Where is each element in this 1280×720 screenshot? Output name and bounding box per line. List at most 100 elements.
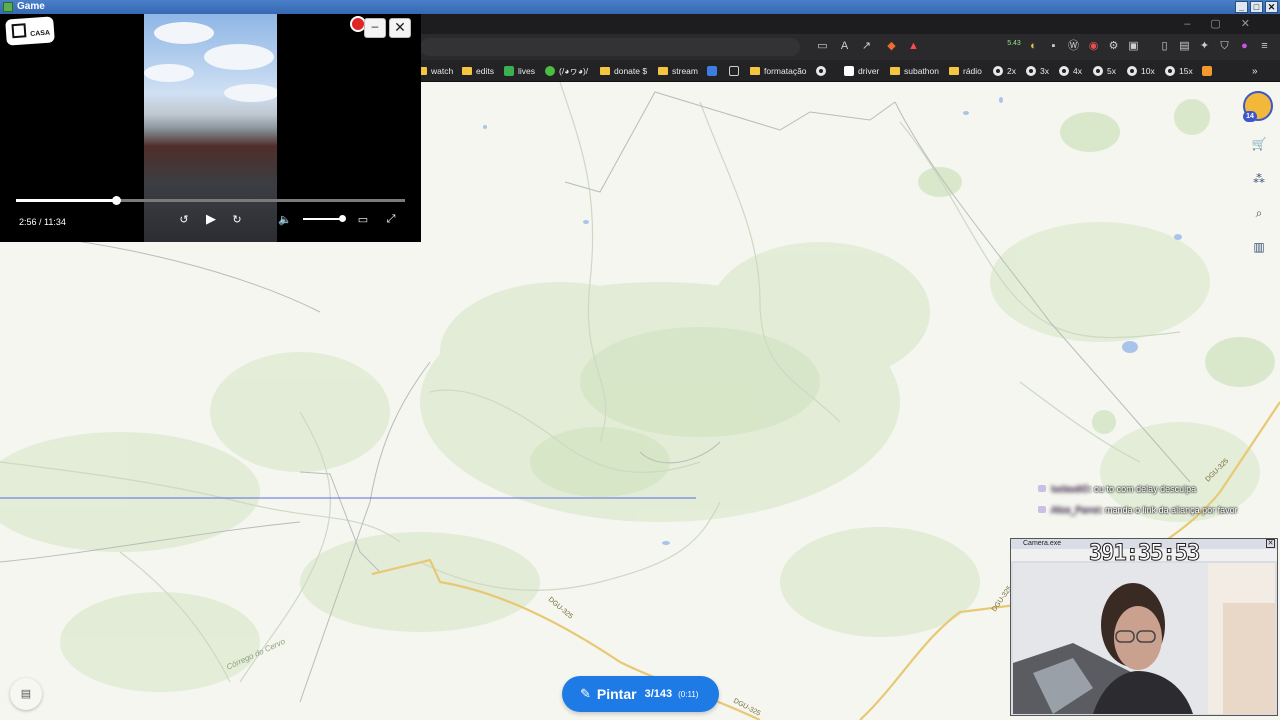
extension-badge[interactable]: 5.43 <box>1006 40 1022 57</box>
menu-icon[interactable]: ≡ <box>1258 40 1271 53</box>
wallet-icon[interactable]: ▤ <box>1178 40 1191 53</box>
play-icon[interactable]: ▶ <box>204 211 218 227</box>
fullscreen-icon[interactable]: ⤢ <box>384 213 398 226</box>
bookmark-subathon[interactable]: subathon <box>890 64 939 78</box>
bookmark-4x[interactable]: 4x <box>1059 64 1082 78</box>
webcam-close-button[interactable]: ✕ <box>1266 539 1275 548</box>
channel-logo: CASA <box>5 16 55 46</box>
rewind-icon[interactable]: ↺ <box>177 213 191 226</box>
video-minimize-button[interactable]: – <box>364 18 386 38</box>
app-icon <box>3 2 13 12</box>
alliance-icon[interactable]: ⁂ <box>1250 170 1268 188</box>
extension-icon[interactable]: ▪ <box>1047 40 1060 53</box>
captions-icon[interactable]: ▭ <box>356 213 370 226</box>
folder-icon <box>890 67 900 75</box>
speed-icon <box>1093 66 1103 76</box>
forward-icon[interactable]: ↻ <box>230 213 244 226</box>
maximize-button[interactable]: □ <box>1250 1 1263 13</box>
bookmark-label: subathon <box>904 66 939 76</box>
cast-icon[interactable]: ▭ <box>816 40 829 53</box>
speed-icon <box>1026 66 1036 76</box>
profile-icon[interactable]: ● <box>1238 40 1251 53</box>
bookmark-formatacao[interactable]: formatação <box>750 64 807 78</box>
video-player[interactable]: CASA – ✕ 2:56 / 11:34 ↺ ▶ ↻ 🔈 ▭ ⤢ <box>0 14 421 242</box>
fast-forward-icon <box>1202 66 1212 76</box>
more-bookmarks-icon[interactable]: » <box>1252 64 1258 78</box>
bookmark-label: (/◕ヮ◕)/ <box>559 66 589 76</box>
bookmark-donate[interactable]: donate $ <box>600 64 647 78</box>
extension-icon[interactable]: ◉ <box>1087 40 1100 53</box>
window-titlebar: Game _ □ ✕ <box>0 0 1280 14</box>
bookmark-label: 15x <box>1179 66 1193 76</box>
window-title: Game <box>17 1 45 12</box>
bookmark-stream[interactable]: stream <box>658 64 698 78</box>
paint-button[interactable]: ✎ Pintar 3/143 (0:11) <box>562 676 719 712</box>
minimize-button[interactable]: _ <box>1235 1 1248 13</box>
volume-slider[interactable] <box>303 215 346 222</box>
app-shortcut-icon <box>729 66 739 76</box>
browser-window-controls[interactable]: –▢✕ <box>1184 17 1270 30</box>
bookmark-watch[interactable]: watch <box>417 64 453 78</box>
brave-rewards-icon[interactable]: ▲ <box>907 40 920 53</box>
extension-icon[interactable]: ⚙ <box>1107 40 1120 53</box>
folder-icon <box>949 67 959 75</box>
share-icon[interactable]: ↗ <box>860 40 873 53</box>
webcam-window: Camera.exe ✕ 391:35:53 <box>1010 538 1278 716</box>
folder-icon <box>750 67 760 75</box>
chat-text: : manda o link da aliança por favor <box>1100 505 1238 515</box>
vpn-icon[interactable]: ⛉ <box>1218 40 1231 53</box>
brave-shield-icon[interactable]: ◆ <box>885 40 898 53</box>
volume-icon[interactable]: 🔈 <box>278 213 292 226</box>
pencil-icon: ✎ <box>580 686 591 701</box>
layers-button[interactable]: ▤ <box>10 678 42 710</box>
white-square-icon <box>844 66 854 76</box>
bookmark-2x[interactable]: 2x <box>993 64 1016 78</box>
bookmark-lives[interactable]: lives <box>504 64 535 78</box>
speed-icon <box>1165 66 1175 76</box>
bookmark-icon-only[interactable] <box>729 64 739 78</box>
close-button[interactable]: ✕ <box>1265 1 1278 13</box>
bookmark-label: lives <box>518 66 536 76</box>
video-time: 2:56 / 11:34 <box>19 217 66 227</box>
chat-username: luclaudiO <box>1051 484 1090 494</box>
leaderboard-icon[interactable]: ▥ <box>1250 238 1268 256</box>
bookmark-label: watch <box>431 66 454 76</box>
sidebar-icon[interactable]: ▯ <box>1158 40 1171 53</box>
bookmark-face[interactable]: (/◕ヮ◕)/ <box>545 64 588 78</box>
plus-icon <box>504 66 514 76</box>
bookmark-label: rádio <box>963 66 982 76</box>
extension-icon[interactable]: ▣ <box>1127 40 1140 53</box>
paint-cooldown: (0:11) <box>678 689 699 699</box>
bookmark-5x[interactable]: 5x <box>1093 64 1116 78</box>
user-avatar[interactable]: 14 <box>1243 91 1273 122</box>
globe-icon <box>816 66 826 76</box>
search-map-icon[interactable]: ⌕ <box>1250 204 1268 222</box>
bookmark-icon-only[interactable] <box>707 64 717 78</box>
layers-icon: ▤ <box>20 688 32 700</box>
video-progress-bar[interactable] <box>16 196 405 205</box>
address-bar[interactable] <box>420 38 800 56</box>
extension-icon[interactable]: ◐ <box>1027 40 1040 53</box>
bookmark-label: formatação <box>764 66 807 76</box>
bookmark-icon-only[interactable] <box>816 64 826 78</box>
paint-charges: 3/143 <box>644 688 673 700</box>
video-progress-knob[interactable] <box>112 196 122 205</box>
bookmark-label: driver <box>858 66 880 76</box>
bookmark-3x[interactable]: 3x <box>1026 64 1049 78</box>
video-frame <box>144 14 277 242</box>
channel-logo-text: CASA <box>30 29 51 38</box>
bookmark-15x[interactable]: 15x <box>1165 64 1193 78</box>
extension-icon[interactable]: Ⓦ <box>1067 40 1080 53</box>
translate-icon[interactable]: A <box>838 40 851 53</box>
volume-knob[interactable] <box>338 215 346 222</box>
bookmark-driver[interactable]: driver <box>844 64 879 78</box>
video-close-button[interactable]: ✕ <box>389 18 411 38</box>
bookmark-icon-only[interactable] <box>1202 64 1212 78</box>
bookmark-10x[interactable]: 10x <box>1127 64 1155 78</box>
folder-icon <box>600 67 610 75</box>
bookmark-edits[interactable]: edits <box>462 64 494 78</box>
leo-icon[interactable]: ✦ <box>1198 40 1211 53</box>
chat-message: Alice_Parrot: manda o link da aliança po… <box>1038 504 1260 517</box>
bookmark-radio[interactable]: rádio <box>949 64 982 78</box>
cart-icon[interactable]: 🛒 <box>1250 135 1268 153</box>
